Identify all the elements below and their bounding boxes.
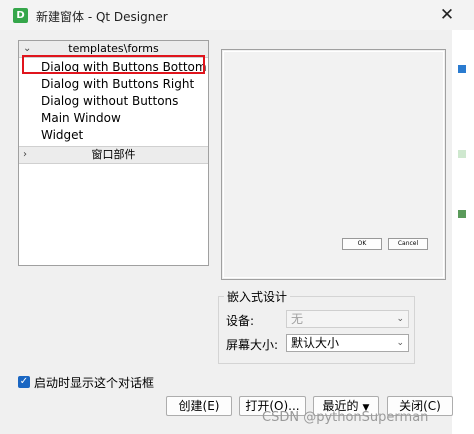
- embedded-design-group: [218, 296, 415, 364]
- close-window-button[interactable]: ✕: [420, 0, 474, 30]
- background-icon: [458, 210, 466, 218]
- embedded-design-title: 嵌入式设计: [224, 288, 291, 305]
- tree-group-label: 窗口部件: [91, 148, 136, 161]
- tree-item-dialog-buttons-right[interactable]: Dialog with Buttons Right: [41, 76, 206, 93]
- screen-size-label: 屏幕大小:: [226, 338, 279, 352]
- selection-highlight: [22, 55, 205, 74]
- startup-checkbox[interactable]: ✓: [18, 376, 30, 388]
- device-select[interactable]: 无 ⌄: [286, 310, 409, 328]
- background-icon: [458, 150, 466, 158]
- device-label: 设备:: [226, 314, 255, 328]
- background-icon: [458, 65, 466, 73]
- form-preview-canvas: OK Cancel: [223, 51, 444, 278]
- screen-size-select[interactable]: 默认大小 ⌄: [286, 334, 409, 352]
- tree-group-widgets[interactable]: › 窗口部件: [19, 146, 208, 164]
- preview-cancel-button: Cancel: [388, 238, 428, 250]
- window-title: 新建窗体 - Qt Designer: [36, 10, 168, 24]
- background-window: [452, 30, 474, 434]
- watermark: CSDN @pythonSuperman: [262, 410, 429, 425]
- title-bar: D 新建窗体 - Qt Designer ✕: [0, 0, 474, 30]
- preview-ok-button: OK: [342, 238, 382, 250]
- startup-checkbox-label[interactable]: 启动时显示这个对话框: [34, 374, 154, 391]
- device-value: 无: [291, 312, 304, 326]
- tree-item-main-window[interactable]: Main Window: [41, 110, 206, 127]
- screen-size-value: 默认大小: [291, 336, 340, 350]
- qt-designer-icon: D: [13, 8, 28, 23]
- chevron-down-icon: ⌄: [396, 314, 404, 324]
- create-button[interactable]: 创建(E): [166, 396, 232, 416]
- chevron-down-icon: ⌄: [396, 338, 404, 348]
- tree-item-widget[interactable]: Widget: [41, 127, 206, 144]
- tree-item-dialog-without-buttons[interactable]: Dialog without Buttons: [41, 93, 206, 110]
